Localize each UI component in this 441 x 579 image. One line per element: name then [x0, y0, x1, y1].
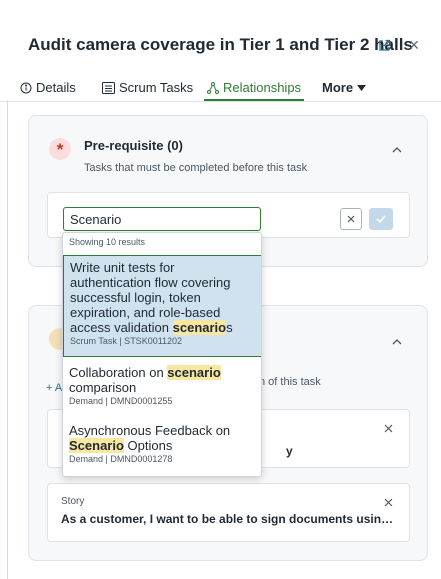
results-count: Showing 10 results: [69, 237, 146, 247]
card-type: Story: [61, 496, 85, 507]
remove-icon[interactable]: [381, 421, 395, 435]
panel-subtitle: Tasks that must be completed before this…: [84, 162, 308, 174]
search-results-dropdown: Showing 10 results Write unit tests for …: [62, 232, 262, 477]
result-meta: Demand | DMND0001278: [69, 454, 173, 464]
tab-more[interactable]: More: [322, 80, 367, 102]
confirm-button[interactable]: [369, 208, 393, 230]
result-text: comparison: [69, 380, 137, 395]
result-meta: Demand | DMND0001255: [69, 396, 173, 406]
result-text: Collaboration on: [69, 365, 168, 380]
asterisk-icon: *: [49, 138, 71, 160]
result-title: Collaboration on scenario comparison: [69, 365, 257, 395]
add-link[interactable]: + A: [46, 382, 62, 394]
tab-label: More: [322, 80, 354, 95]
tab-bar: Details Scrum Tasks Relationships More: [0, 80, 441, 102]
chevron-up-icon[interactable]: [389, 142, 405, 158]
caret-down-icon: [357, 80, 367, 96]
info-icon: [20, 80, 32, 96]
clear-button[interactable]: [340, 208, 362, 230]
tab-relationships[interactable]: Relationships: [204, 80, 305, 102]
result-item[interactable]: Write unit tests for authentication flow…: [63, 255, 261, 357]
result-item[interactable]: Asynchronous Feedback on Scenario Option…: [63, 419, 261, 476]
chevron-up-icon[interactable]: [389, 334, 405, 350]
relationship-card: Story As a customer, I want to be able t…: [47, 483, 410, 542]
tab-label: Relationships: [223, 80, 302, 95]
relationship-icon: [207, 80, 219, 96]
result-meta: Scrum Task | STSK0011202: [70, 336, 183, 346]
tab-label: Scrum Tasks: [119, 80, 194, 95]
result-item[interactable]: Collaboration on scenario comparison Dem…: [63, 361, 261, 419]
panel-title: Pre-requisite (0): [84, 138, 183, 153]
header: Audit camera coverage in Tier 1 and Tier…: [0, 0, 441, 80]
tabs-divider: [0, 101, 441, 102]
result-text: Options: [123, 438, 173, 453]
result-text: Asynchronous Feedback on: [69, 423, 231, 438]
card-text[interactable]: As a customer, I want to be able to sign…: [61, 512, 396, 526]
close-icon[interactable]: ×: [404, 35, 424, 55]
result-text: s: [226, 320, 233, 335]
result-match: scenario: [167, 365, 221, 380]
page-title: Audit camera coverage in Tier 1 and Tier…: [28, 35, 413, 54]
card-text: y: [286, 444, 293, 458]
tab-label: Details: [36, 80, 76, 95]
result-title: Asynchronous Feedback on Scenario Option…: [69, 423, 257, 453]
result-match: Scenario: [69, 438, 124, 453]
remove-icon[interactable]: [381, 495, 395, 509]
result-title: Write unit tests for authentication flow…: [70, 260, 256, 335]
tab-scrum-tasks[interactable]: Scrum Tasks: [102, 80, 193, 102]
left-divider: [7, 100, 8, 579]
panel-subtitle: n of this task: [259, 376, 321, 388]
result-match: scenario: [172, 320, 227, 335]
list-icon: [102, 80, 115, 96]
search-input[interactable]: [63, 207, 261, 231]
tab-details[interactable]: Details: [20, 80, 76, 102]
external-link-icon[interactable]: [374, 35, 394, 55]
